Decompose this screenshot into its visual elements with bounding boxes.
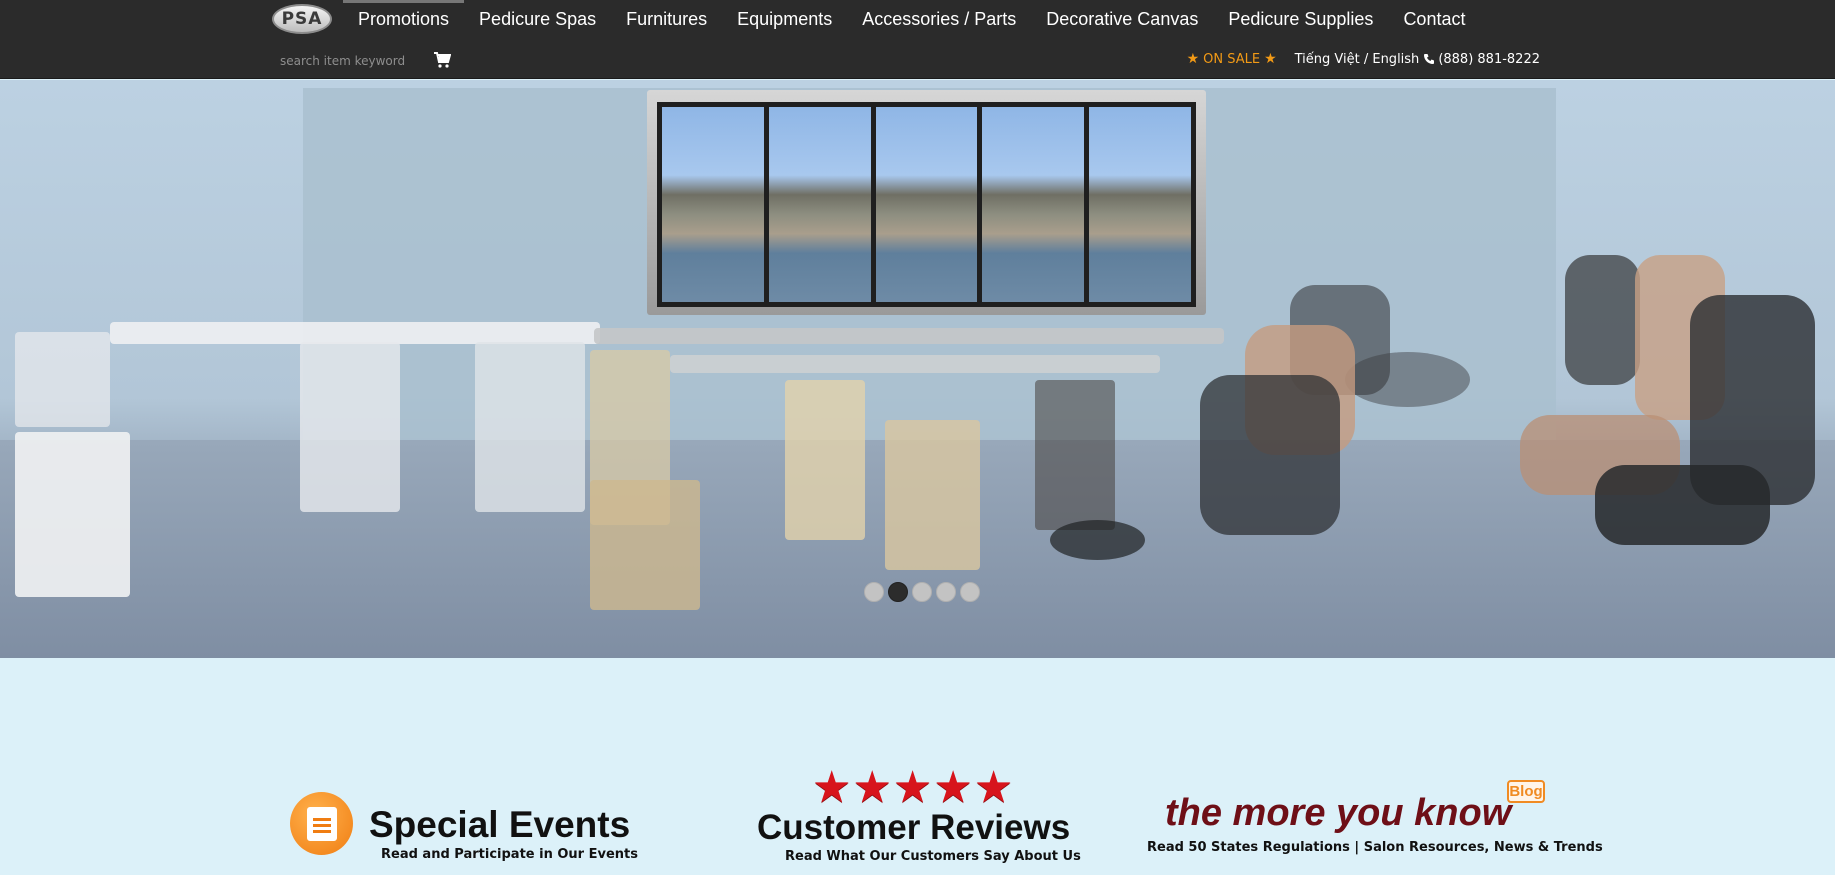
cart-icon[interactable] bbox=[433, 51, 451, 69]
customer-reviews-title: Customer Reviews bbox=[757, 808, 1071, 847]
nav-item-furnitures[interactable]: Furnitures bbox=[611, 0, 722, 38]
star-icon: ★ bbox=[1264, 51, 1277, 67]
window-pane bbox=[662, 107, 764, 302]
hero-table-drawer bbox=[300, 342, 400, 512]
star-icon: ★ bbox=[812, 763, 852, 812]
hero-chair-seat bbox=[1595, 465, 1770, 545]
hero-stool bbox=[1050, 520, 1145, 560]
special-events-title: Special Events bbox=[369, 804, 631, 845]
hero-dark-cabinet bbox=[1035, 380, 1115, 530]
language-switch[interactable]: Tiếng Việt / English bbox=[1295, 52, 1420, 67]
customer-reviews-subtitle: Read What Our Customers Say About Us bbox=[785, 849, 1081, 864]
star-icon: ★ bbox=[973, 763, 1014, 812]
star-icon: ★ bbox=[892, 763, 933, 812]
star-icon: ★ bbox=[1186, 51, 1200, 67]
phone-link[interactable]: (888) 881-8222 bbox=[1423, 52, 1540, 67]
slider-dot-3[interactable] bbox=[912, 582, 932, 602]
star-icon: ★ bbox=[852, 763, 892, 812]
star-icon: ★ bbox=[933, 763, 973, 812]
nav-item-decorative-canvas[interactable]: Decorative Canvas bbox=[1031, 0, 1213, 38]
nav-item-equipments[interactable]: Equipments bbox=[722, 0, 847, 38]
slider-dot-5[interactable] bbox=[960, 582, 980, 602]
special-events-banner[interactable]: Special Events Read and Participate in O… bbox=[290, 792, 638, 872]
site-logo[interactable]: PSA bbox=[272, 4, 332, 34]
window-pane bbox=[982, 107, 1085, 302]
on-sale-label: ON SALE bbox=[1203, 51, 1261, 67]
hero-wood-cabinet bbox=[785, 380, 865, 540]
blog-banner[interactable]: the more you know Blog Read 50 States Re… bbox=[1145, 780, 1603, 870]
slider-dots bbox=[864, 582, 980, 602]
customer-reviews-banner[interactable]: ★ ★ ★ ★ ★ Customer Reviews Read What Our… bbox=[755, 763, 1085, 868]
window-pane bbox=[1089, 107, 1191, 302]
phone-icon bbox=[1424, 54, 1435, 64]
hero-manicure-table bbox=[670, 355, 1160, 373]
special-events-subtitle: Read and Participate in Our Events bbox=[381, 847, 638, 862]
nav-item-contact[interactable]: Contact bbox=[1388, 0, 1480, 38]
window-pane bbox=[875, 107, 978, 302]
blog-title: the more you know bbox=[1165, 792, 1512, 834]
slider-dot-4[interactable] bbox=[936, 582, 956, 602]
blog-subtitle: Read 50 States Regulations | Salon Resou… bbox=[1147, 840, 1603, 855]
rating-stars: ★ ★ ★ ★ ★ bbox=[812, 763, 1014, 812]
nav-item-accessories-parts[interactable]: Accessories / Parts bbox=[847, 0, 1031, 38]
slider-dot-2[interactable] bbox=[888, 582, 908, 602]
blog-badge: Blog bbox=[1507, 780, 1545, 803]
hero-manicure-table bbox=[594, 328, 1224, 344]
nav-item-pedicure-spas[interactable]: Pedicure Spas bbox=[464, 0, 611, 38]
header-links: ★ ON SALE ★ Tiếng Việt / English (888) 8… bbox=[1187, 51, 1540, 67]
main-nav: Promotions Pedicure Spas Furnitures Equi… bbox=[343, 0, 1480, 38]
hero-chair bbox=[1565, 255, 1640, 385]
search-input[interactable] bbox=[272, 50, 422, 72]
on-sale-link[interactable]: ★ ON SALE ★ bbox=[1187, 51, 1277, 67]
hero-table-drawer bbox=[475, 342, 585, 512]
hero-manicure-table bbox=[110, 322, 600, 344]
hero-slider[interactable] bbox=[0, 80, 1835, 658]
hero-wood-cabinet bbox=[590, 480, 700, 610]
hero-chair bbox=[1200, 375, 1340, 535]
feature-section: Special Events Read and Participate in O… bbox=[0, 658, 1835, 875]
hero-cabinet bbox=[15, 332, 110, 427]
top-navbar: PSA Promotions Pedicure Spas Furnitures … bbox=[0, 0, 1835, 79]
slider-dot-1[interactable] bbox=[864, 582, 884, 602]
nav-item-promotions[interactable]: Promotions bbox=[343, 0, 465, 38]
hero-wood-cabinet bbox=[885, 420, 980, 570]
hero-window bbox=[657, 102, 1196, 307]
window-pane bbox=[768, 107, 871, 302]
calendar-icon bbox=[290, 792, 353, 855]
nav-item-pedicure-supplies[interactable]: Pedicure Supplies bbox=[1213, 0, 1388, 38]
hero-cabinet bbox=[15, 432, 130, 597]
phone-number: (888) 881-8222 bbox=[1438, 51, 1540, 67]
